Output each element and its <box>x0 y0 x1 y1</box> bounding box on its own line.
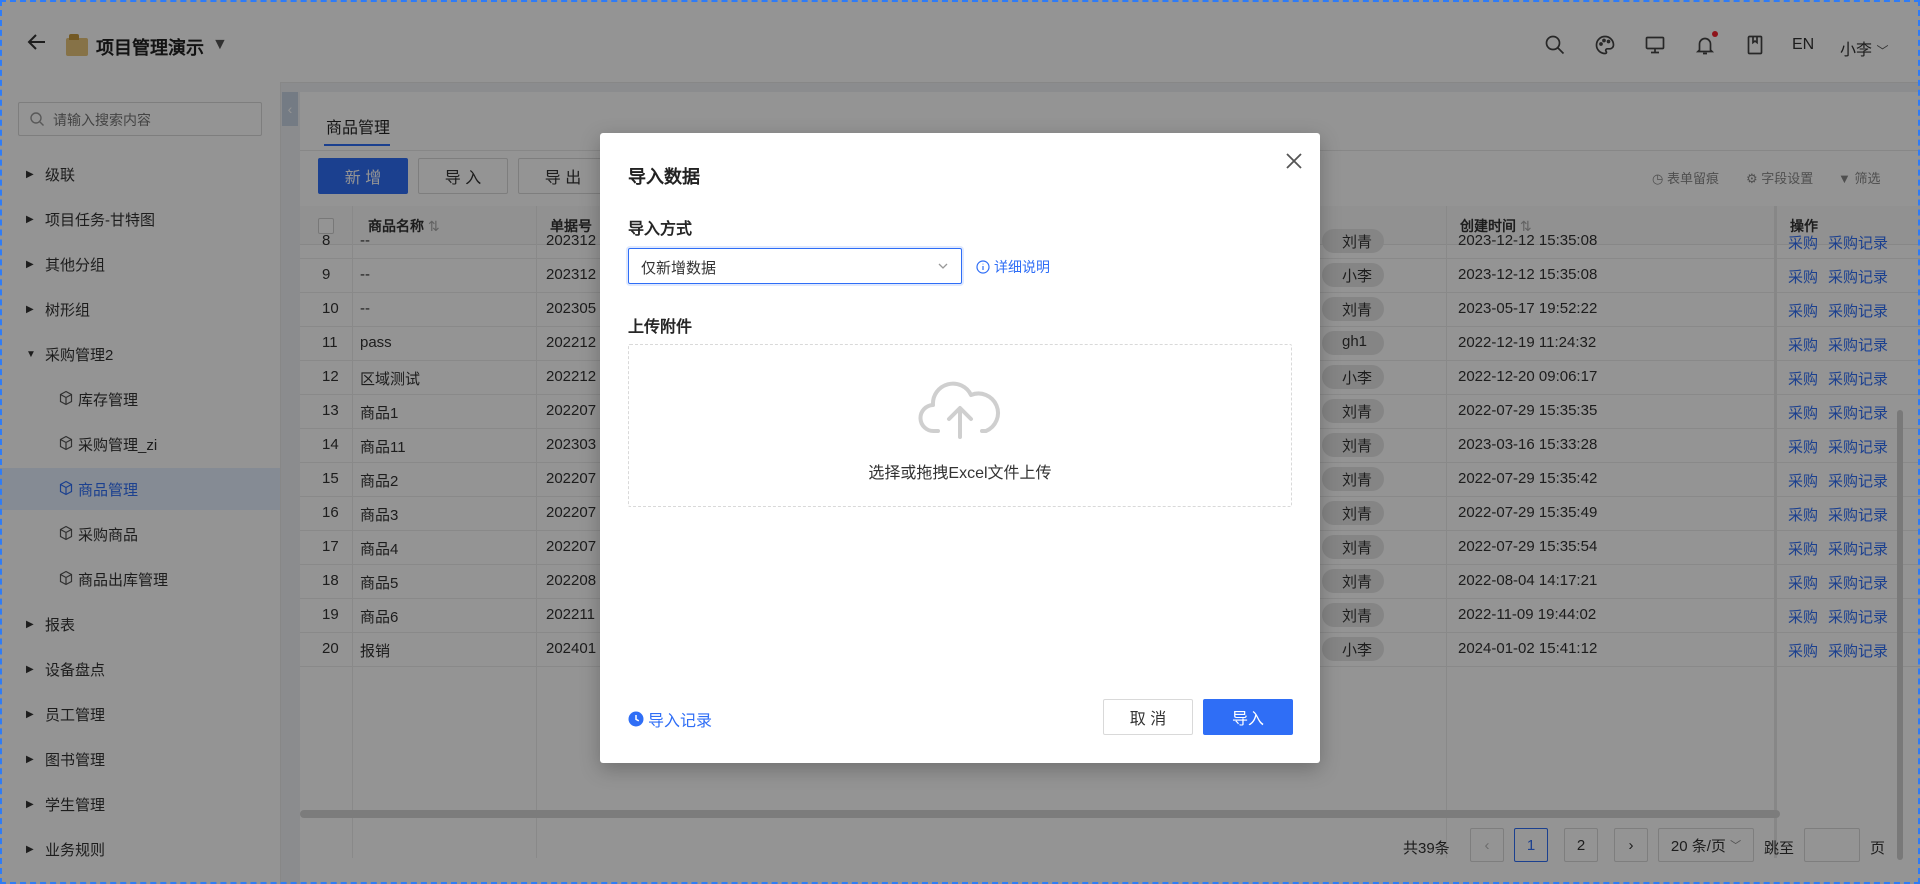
import-mode-label: 导入方式 <box>628 221 693 238</box>
import-record-label: 导入记录 <box>648 713 713 730</box>
upload-label: 上传附件 <box>628 319 693 336</box>
import-record-link[interactable]: 导入记录 <box>628 707 712 731</box>
confirm-import-button[interactable]: 导入 <box>1203 699 1293 735</box>
upload-dropzone[interactable]: 选择或拖拽Excel文件上传 <box>628 344 1292 507</box>
modal-title: 导入数据 <box>628 167 700 187</box>
import-mode-select[interactable]: 仅新增数据 <box>628 248 962 284</box>
import-data-modal: 导入数据 导入方式 仅新增数据 详细说明 上传附件 选择或拖拽Excel文件上传… <box>600 133 1320 763</box>
chevron-down-icon <box>938 263 948 269</box>
clock-icon <box>628 711 644 727</box>
detail-link-label: 详细说明 <box>994 259 1050 275</box>
detail-link[interactable]: 详细说明 <box>976 257 1050 277</box>
info-icon <box>976 260 990 274</box>
upload-hint: 选择或拖拽Excel文件上传 <box>868 465 1052 482</box>
close-icon[interactable] <box>1284 151 1304 171</box>
cancel-button[interactable]: 取 消 <box>1103 699 1193 735</box>
import-mode-value: 仅新增数据 <box>641 260 717 277</box>
cloud-upload-icon <box>918 381 1000 439</box>
